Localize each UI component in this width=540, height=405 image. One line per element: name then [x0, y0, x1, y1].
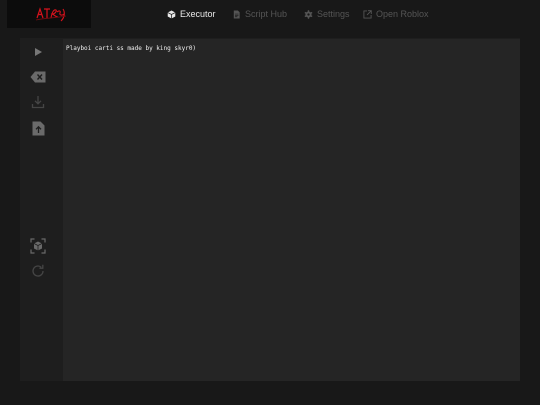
logo-graffiti-icon — [35, 7, 67, 22]
clear-button[interactable] — [29, 68, 47, 86]
backspace-icon — [30, 71, 46, 83]
tab-settings-label: Settings — [317, 9, 350, 19]
download-icon — [31, 96, 45, 109]
execute-button[interactable] — [29, 43, 47, 61]
logo — [7, 0, 91, 28]
tab-executor-label: Executor — [180, 9, 216, 19]
editor-code-line: Playboi carti ss made by king skyr0) — [66, 45, 197, 52]
open-roblox-link[interactable]: Open Roblox — [363, 7, 429, 21]
upload-file-icon — [32, 121, 44, 135]
play-icon — [35, 48, 42, 56]
save-file-button[interactable] — [29, 119, 47, 137]
inject-button[interactable] — [29, 237, 47, 255]
tab-script-hub[interactable]: Script Hub — [232, 7, 287, 21]
document-icon — [232, 9, 241, 19]
script-editor[interactable]: Playboi carti ss made by king skyr0) — [63, 39, 520, 381]
gear-icon — [304, 9, 313, 19]
refresh-button[interactable] — [29, 262, 47, 280]
tab-settings[interactable]: Settings — [304, 7, 350, 21]
cube-scan-icon — [30, 238, 46, 254]
top-bar: Executor Script Hub Settings Open Roblox — [0, 0, 540, 28]
app-window: Executor Script Hub Settings Open Roblox… — [0, 0, 540, 405]
external-link-icon — [363, 9, 372, 19]
tab-executor[interactable]: Executor — [167, 7, 216, 21]
open-roblox-label: Open Roblox — [376, 9, 429, 19]
cube-icon — [167, 9, 176, 19]
tab-script-hub-label: Script Hub — [245, 9, 288, 19]
executor-panel: Playboi carti ss made by king skyr0) — [20, 38, 520, 381]
open-file-button[interactable] — [29, 93, 47, 111]
refresh-icon — [32, 264, 44, 277]
